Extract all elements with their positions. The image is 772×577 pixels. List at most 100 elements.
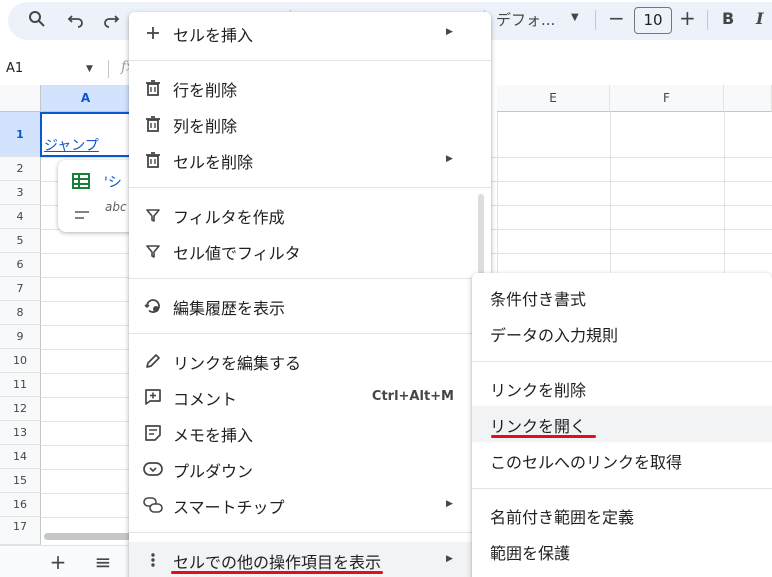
filter-icon <box>143 205 163 225</box>
cell-a1-link[interactable]: ジャンプ <box>44 135 99 155</box>
row-header-7[interactable]: 7 <box>0 277 41 301</box>
menu-item-label: プルダウン <box>173 462 254 481</box>
font-size-increase-button[interactable]: + <box>679 6 696 30</box>
pencil-icon <box>143 351 163 371</box>
menu-divider <box>472 361 772 362</box>
more-vert-icon <box>143 550 163 570</box>
add-comment-icon <box>143 387 163 407</box>
row-header-6[interactable]: 6 <box>0 253 41 277</box>
menu-item-label: コメント <box>173 390 238 409</box>
menu-item-smart-chips[interactable]: スマートチップ ▶ <box>129 487 491 523</box>
submenu-item-protect-range[interactable]: 範囲を保護 <box>472 533 772 569</box>
submenu-item-label: データの入力規則 <box>490 326 619 345</box>
text-lines-icon <box>75 205 89 219</box>
row-header-9[interactable]: 9 <box>0 325 41 349</box>
submenu-item-get-link-to-cell[interactable]: このセルへのリンクを取得 <box>472 442 772 478</box>
menu-item-label: セルでの他の操作項目を表示 <box>173 553 382 572</box>
select-all-corner[interactable] <box>0 85 41 112</box>
menu-item-label: スマートチップ <box>173 498 285 517</box>
column-header-a[interactable]: A <box>41 85 131 112</box>
menu-item-delete-cells[interactable]: セルを削除 ▶ <box>129 142 491 178</box>
plus-icon <box>143 23 163 43</box>
annotation-underline <box>491 435 596 438</box>
formula-divider <box>108 60 109 78</box>
link-preview-subtitle: abc <box>105 200 127 214</box>
menu-divider <box>129 60 491 61</box>
menu-item-label: セル値でフィルタ <box>173 244 301 263</box>
filter-icon <box>143 241 163 261</box>
submenu-item-label: リンクを開く <box>490 417 587 436</box>
submenu-item-data-validation[interactable]: データの入力規則 <box>472 315 772 351</box>
submenu-item-conditional-formatting[interactable]: 条件付き書式 <box>472 279 772 315</box>
dropdown-chip-icon <box>143 459 163 479</box>
menu-divider <box>472 488 772 489</box>
menu-item-dropdown[interactable]: プルダウン <box>129 451 491 487</box>
name-box[interactable]: A1 <box>6 61 23 76</box>
menu-item-insert-note[interactable]: メモを挿入 <box>129 415 491 451</box>
undo-icon[interactable] <box>63 6 89 32</box>
all-sheets-button[interactable]: ≡ <box>91 552 115 574</box>
note-icon <box>143 423 163 443</box>
row-header-15[interactable]: 15 <box>0 469 41 493</box>
row-header-5[interactable]: 5 <box>0 229 41 253</box>
chevron-down-icon[interactable]: ▼ <box>86 64 93 74</box>
menu-item-edit-history[interactable]: 編集履歴を表示 <box>129 288 491 324</box>
row-header-2[interactable]: 2 <box>0 157 41 181</box>
submenu-item-define-named-range[interactable]: 名前付き範囲を定義 <box>472 497 772 533</box>
row-header-12[interactable]: 12 <box>0 397 41 421</box>
sheets-icon <box>72 173 90 193</box>
menu-item-filter-by-value[interactable]: セル値でフィルタ <box>129 233 491 269</box>
row-header-4[interactable]: 4 <box>0 205 41 229</box>
menu-divider <box>129 187 491 188</box>
menu-item-shortcut: Ctrl+Alt+M <box>371 389 454 404</box>
spreadsheet-app: ¥ % .0 .00 123 デフォ... ▼ − 10 + B I A1 ▼ … <box>0 0 772 577</box>
column-header-f[interactable]: F <box>610 85 724 112</box>
font-size-decrease-button[interactable]: − <box>608 6 625 30</box>
row-header-1[interactable]: 1 <box>0 112 41 157</box>
link-preview-title[interactable]: 'シ <box>104 172 122 192</box>
row-header-10[interactable]: 10 <box>0 349 41 373</box>
search-menu-icon[interactable] <box>24 6 50 32</box>
menu-item-label: 行を削除 <box>173 81 238 100</box>
menu-item-label: メモを挿入 <box>173 426 254 445</box>
menu-item-label: 編集履歴を表示 <box>173 299 286 318</box>
submenu-arrow-icon: ▶ <box>446 154 453 164</box>
menu-item-label: セルを削除 <box>173 153 254 172</box>
row-header-13[interactable]: 13 <box>0 421 41 445</box>
menu-item-comment[interactable]: コメント Ctrl+Alt+M <box>129 379 491 415</box>
menu-item-label: リンクを編集する <box>173 354 302 373</box>
submenu-item-label: 条件付き書式 <box>490 290 587 309</box>
row-header-16[interactable]: 16 <box>0 493 41 517</box>
menu-scrollbar[interactable] <box>478 194 484 284</box>
menu-item-insert-cells[interactable]: セルを挿入 ▶ <box>129 15 491 51</box>
font-size-input[interactable]: 10 <box>634 7 672 34</box>
submenu-item-label: このセルへのリンクを取得 <box>490 453 683 472</box>
row-header-8[interactable]: 8 <box>0 301 41 325</box>
submenu-item-remove-link[interactable]: リンクを削除 <box>472 370 772 406</box>
row-header-14[interactable]: 14 <box>0 445 41 469</box>
menu-item-delete-row[interactable]: 行を削除 <box>129 70 491 106</box>
submenu-arrow-icon: ▶ <box>446 499 453 509</box>
annotation-underline <box>171 571 383 574</box>
menu-item-create-filter[interactable]: フィルタを作成 <box>129 197 491 233</box>
bold-button[interactable]: B <box>722 9 734 28</box>
row-header-17[interactable]: 17 <box>0 517 41 545</box>
smart-chip-icon <box>143 495 163 515</box>
horizontal-scrollbar[interactable] <box>44 533 134 540</box>
menu-item-edit-link[interactable]: リンクを編集する <box>129 343 491 379</box>
italic-button[interactable]: I <box>756 9 763 28</box>
add-sheet-button[interactable]: + <box>46 552 70 574</box>
font-family-select[interactable]: デフォ... <box>496 9 555 30</box>
menu-item-delete-column[interactable]: 列を削除 <box>129 106 491 142</box>
redo-icon[interactable] <box>98 6 124 32</box>
toolbar-divider <box>595 10 596 30</box>
trash-icon <box>143 150 163 170</box>
trash-icon <box>143 114 163 134</box>
menu-item-label: フィルタを作成 <box>173 208 285 227</box>
row-header-3[interactable]: 3 <box>0 181 41 205</box>
menu-item-label: セルを挿入 <box>173 26 254 45</box>
row-header-11[interactable]: 11 <box>0 373 41 397</box>
column-header-e[interactable]: E <box>497 85 610 112</box>
trash-icon <box>143 78 163 98</box>
column-header-g[interactable] <box>724 85 772 112</box>
